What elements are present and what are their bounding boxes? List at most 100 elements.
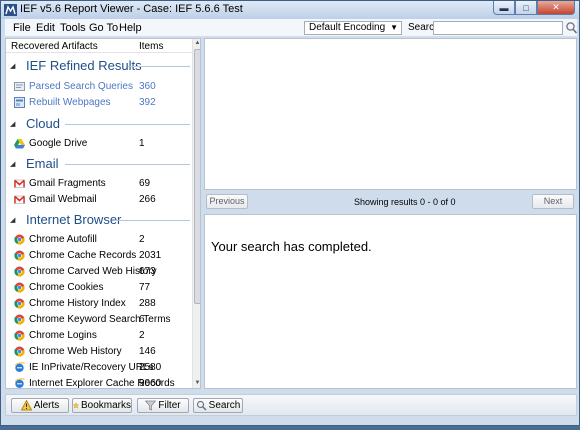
artifact-ie-inprivate-recovery-urls[interactable]: IE InPrivate/Recovery URLs 2580 [14, 361, 190, 375]
expand-icon[interactable]: ◢ [10, 120, 15, 128]
scroll-up-icon[interactable]: ▲ [193, 39, 200, 48]
chrome-icon [14, 282, 25, 293]
column-recovered-artifacts[interactable]: Recovered Artifacts [11, 41, 98, 52]
next-button[interactable]: Next [532, 194, 574, 209]
close-button[interactable]: ✕ [537, 1, 575, 15]
artifact-label: Chrome History Index [29, 298, 126, 309]
divider [128, 66, 190, 67]
search-input[interactable] [433, 21, 563, 35]
category-cloud[interactable]: ◢ Cloud [10, 116, 190, 132]
artifact-label: Chrome Cookies [29, 282, 104, 293]
artifact-label: Chrome Cache Records [29, 250, 137, 261]
artifact-chrome-cookies[interactable]: Chrome Cookies 77 [14, 281, 190, 295]
artifacts-panel: Recovered Artifacts Items ◢ IEF Refined … [5, 38, 201, 389]
chrome-icon [14, 330, 25, 341]
scrollbar-thumb[interactable] [194, 49, 200, 304]
artifact-chrome-logins[interactable]: Chrome Logins 2 [14, 329, 190, 343]
artifact-count: 2 [139, 234, 145, 245]
artifact-count: 392 [139, 97, 156, 108]
title-bar[interactable]: IEF v5.6 Report Viewer - Case: IEF 5.6.6… [1, 1, 579, 19]
artifact-chrome-cache-records[interactable]: Chrome Cache Records 2031 [14, 249, 190, 263]
category-internet-browser[interactable]: ◢ Internet Browser [10, 212, 190, 228]
artifacts-scrollbar[interactable]: ▲ ▼ [192, 39, 200, 388]
filter-label: Filter [158, 400, 181, 411]
artifact-label: Rebuilt Webpages [29, 97, 111, 108]
scroll-down-icon[interactable]: ▼ [193, 379, 200, 388]
divider [65, 124, 190, 125]
artifact-label: Gmail Webmail [29, 194, 97, 205]
artifact-chrome-autofill[interactable]: Chrome Autofill 2 [14, 233, 190, 247]
artifact-count: 266 [139, 194, 156, 205]
chrome-icon [14, 234, 25, 245]
artifact-label: Gmail Fragments [29, 178, 106, 189]
category-email[interactable]: ◢ Email [10, 156, 190, 172]
artifact-count: 9060 [139, 378, 162, 389]
artifact-count: 288 [139, 298, 156, 309]
artifact-internet-explorer-cache-records[interactable]: Internet Explorer Cache Records 9060 [14, 377, 190, 389]
results-status: Showing results 0 - 0 of 0 [354, 197, 456, 207]
results-navigation: Previous Showing results 0 - 0 of 0 Next [204, 192, 577, 211]
artifact-chrome-carved-web-history[interactable]: Chrome Carved Web History 673 [14, 265, 190, 279]
taskbar [0, 426, 580, 430]
menu-file[interactable]: File [13, 22, 31, 34]
artifact-count: 6 [139, 314, 145, 325]
menu-help[interactable]: Help [119, 22, 142, 34]
search-complete-message: Your search has completed. [211, 239, 372, 254]
category-label: IEF Refined Results [26, 58, 142, 73]
google-drive-icon [14, 139, 25, 149]
search-label: Search [208, 400, 241, 411]
artifact-chrome-history-index[interactable]: Chrome History Index 288 [14, 297, 190, 311]
artifact-label: Chrome Keyword Search Terms [29, 314, 171, 325]
column-items[interactable]: Items [139, 41, 163, 52]
expand-icon[interactable]: ◢ [10, 160, 15, 168]
webpage-icon [14, 97, 25, 108]
encoding-dropdown[interactable]: Default Encoding ▼ [304, 21, 402, 35]
bookmarks-button[interactable]: Bookmarks [72, 398, 132, 413]
filter-button[interactable]: Filter [137, 398, 189, 413]
artifact-chrome-keyword-search-terms[interactable]: Chrome Keyword Search Terms 6 [14, 313, 190, 327]
minimize-button[interactable]: ▬ [493, 1, 515, 15]
artifact-count: 1 [139, 138, 145, 149]
menu-tools[interactable]: Tools [60, 22, 86, 34]
alerts-button[interactable]: Alerts [11, 398, 69, 413]
artifact-gmail-webmail[interactable]: Gmail Webmail 266 [14, 193, 190, 207]
artifact-chrome-web-history[interactable]: Chrome Web History 146 [14, 345, 190, 359]
artifact-count: 2031 [139, 250, 162, 261]
artifact-rebuilt-webpages[interactable]: Rebuilt Webpages 392 [14, 96, 190, 110]
expand-icon[interactable]: ◢ [10, 216, 15, 224]
artifact-parsed-search-queries[interactable]: Parsed Search Queries 360 [14, 80, 190, 94]
gmail-icon [14, 179, 25, 188]
app-logo-icon [4, 4, 17, 16]
artifact-count: 77 [139, 282, 151, 293]
search-icon[interactable] [565, 21, 578, 35]
menu-go-to[interactable]: Go To [89, 22, 118, 34]
artifact-label: Parsed Search Queries [29, 81, 133, 92]
alerts-label: Alerts [33, 400, 60, 411]
artifact-count: 360 [139, 81, 156, 92]
app-window: IEF v5.6 Report Viewer - Case: IEF 5.6.6… [0, 0, 580, 426]
previous-button[interactable]: Previous [206, 194, 248, 209]
menu-bar: File Edit Tools Go To Help Default Encod… [5, 19, 578, 37]
maximize-button[interactable]: □ [515, 1, 537, 15]
category-label: Internet Browser [26, 212, 122, 227]
encoding-value: Default Encoding [309, 22, 386, 33]
artifact-gmail-fragments[interactable]: Gmail Fragments 69 [14, 177, 190, 191]
artifact-google-drive[interactable]: Google Drive 1 [14, 137, 190, 151]
search-button[interactable]: Search [193, 398, 243, 413]
artifact-count: 146 [139, 346, 156, 357]
menu-edit[interactable]: Edit [36, 22, 55, 34]
category-ief-refined-results[interactable]: ◢ IEF Refined Results [10, 58, 190, 74]
filter-icon [145, 400, 157, 411]
chrome-icon [14, 250, 25, 261]
star-icon [73, 402, 79, 409]
category-label: Email [26, 156, 59, 171]
gmail-icon [14, 195, 25, 204]
artifact-label: Google Drive [29, 138, 88, 149]
chrome-icon [14, 298, 25, 309]
artifact-count: 673 [139, 266, 156, 277]
artifact-label: IE InPrivate/Recovery URLs [29, 362, 154, 373]
artifact-label: Chrome Web History [29, 346, 122, 357]
search-query-icon [14, 82, 25, 91]
chrome-icon [14, 314, 25, 325]
expand-icon[interactable]: ◢ [10, 62, 15, 70]
